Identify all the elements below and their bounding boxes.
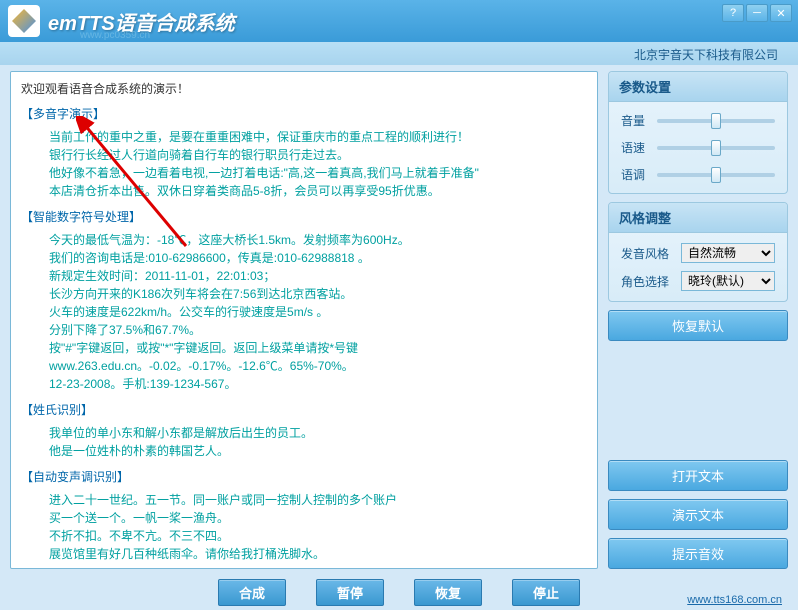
content-line: 他是一位姓朴的朴素的韩国艺人。 bbox=[49, 442, 591, 460]
content-line: 买一个送一个。一帆一桨一渔舟。 bbox=[49, 509, 591, 527]
content-line: 12-23-2008。手机:139-1234-567。 bbox=[49, 375, 591, 393]
welcome-text: 欢迎观看语音合成系统的演示！ bbox=[21, 80, 591, 97]
restore-default-button[interactable]: 恢复默认 bbox=[608, 310, 788, 341]
main-area: 欢迎观看语音合成系统的演示！ 【多音字演示】当前工作的重中之重，是要在重重困难中，… bbox=[0, 65, 798, 575]
content-line: 新规定生效时间：2011-11-01，22:01:03； bbox=[49, 267, 591, 285]
pause-button[interactable]: 暂停 bbox=[316, 579, 384, 606]
content-line: 今天的最低气温为：-18℃，这座大桥长1.5km。发射频率为600Hz。 bbox=[49, 231, 591, 249]
content-line: 分别下降了37.5%和67.7%。 bbox=[49, 321, 591, 339]
close-button[interactable]: ✕ bbox=[770, 4, 792, 22]
params-header: 参数设置 bbox=[609, 72, 787, 102]
content-line: 长沙方向开来的K186次列车将会在7:56到达北京西客站。 bbox=[49, 285, 591, 303]
content-line: 银行行长经过人行道向骑着自行车的银行职员行走过去。 bbox=[49, 146, 591, 164]
speed-label: 语速 bbox=[621, 139, 657, 156]
company-label: 北京宇音天下科技有限公司 bbox=[0, 42, 798, 65]
content-line: 我们的咨询电话是:010-62986600，传真是:010-62988818 。 bbox=[49, 249, 591, 267]
content-line: 按"#"字键返回，或按"*"字键返回。返回上级菜单请按*号键 bbox=[49, 339, 591, 357]
app-logo bbox=[8, 5, 40, 37]
content-line: 我单位的单小东和解小东都是解放后出生的员工。 bbox=[49, 424, 591, 442]
content-line: www.263.edu.cn。-0.02。-0.17%。-12.6℃。65%-7… bbox=[49, 357, 591, 375]
side-panel: 参数设置 音量 语速 语调 风格调整 发音风格 bbox=[608, 71, 788, 569]
bottom-bar: 合成 暂停 恢复 停止 www.tts168.com.cn bbox=[0, 575, 798, 610]
section-title: 【姓氏识别】 bbox=[21, 401, 591, 418]
watermark: www.pc0359.cn bbox=[80, 30, 150, 41]
volume-slider[interactable] bbox=[657, 119, 775, 123]
role-select[interactable]: 晓玲(默认) bbox=[681, 271, 775, 291]
content-line: 展览馆里有好几百种纸雨伞。请你给我打桶洗脚水。 bbox=[49, 545, 591, 563]
role-label: 角色选择 bbox=[621, 273, 681, 290]
pitch-slider[interactable] bbox=[657, 173, 775, 177]
sound-effect-button[interactable]: 提示音效 bbox=[608, 538, 788, 569]
content-line: 进入二十一世纪。五一节。同一账户或同一控制人控制的多个账户 bbox=[49, 491, 591, 509]
content-line: 不折不扣。不卑不亢。不三不四。 bbox=[49, 527, 591, 545]
content-line: 火车的速度是622km/h。公交车的行驶速度是5m/s 。 bbox=[49, 303, 591, 321]
footer-link[interactable]: www.tts168.com.cn bbox=[687, 594, 782, 606]
synth-button[interactable]: 合成 bbox=[218, 579, 286, 606]
stop-button[interactable]: 停止 bbox=[512, 579, 580, 606]
section-title: 【自动变声调识别】 bbox=[21, 468, 591, 485]
content-line: 当前工作的重中之重，是要在重重困难中，保证重庆市的重点工程的顺利进行！ bbox=[49, 128, 591, 146]
titlebar: emTTS语音合成系统 www.pc0359.cn ? ─ ✕ bbox=[0, 0, 798, 42]
voice-style-label: 发音风格 bbox=[621, 245, 681, 262]
voice-style-select[interactable]: 自然流畅 bbox=[681, 243, 775, 263]
content-line: 本店清仓折本出售。双休日穿着类商品5-8折，会员可以再享受95折优惠。 bbox=[49, 182, 591, 200]
window-controls: ? ─ ✕ bbox=[722, 4, 792, 22]
speed-slider[interactable] bbox=[657, 146, 775, 150]
section-title: 【智能数字符号处理】 bbox=[21, 208, 591, 225]
style-group: 风格调整 发音风格 自然流畅 角色选择 晓玲(默认) bbox=[608, 202, 788, 302]
params-group: 参数设置 音量 语速 语调 bbox=[608, 71, 788, 194]
style-header: 风格调整 bbox=[609, 203, 787, 233]
pitch-label: 语调 bbox=[621, 166, 657, 183]
help-button[interactable]: ? bbox=[722, 4, 744, 22]
section-title: 【多音字演示】 bbox=[21, 105, 591, 122]
open-text-button[interactable]: 打开文本 bbox=[608, 460, 788, 491]
demo-text-area[interactable]: 欢迎观看语音合成系统的演示！ 【多音字演示】当前工作的重中之重，是要在重重困难中，… bbox=[10, 71, 598, 569]
volume-label: 音量 bbox=[621, 112, 657, 129]
demo-text-button[interactable]: 演示文本 bbox=[608, 499, 788, 530]
resume-button[interactable]: 恢复 bbox=[414, 579, 482, 606]
minimize-button[interactable]: ─ bbox=[746, 4, 768, 22]
content-line: 他好像不着急，一边看着电视,一边打着电话:"高,这一着真高,我们马上就着手准备" bbox=[49, 164, 591, 182]
